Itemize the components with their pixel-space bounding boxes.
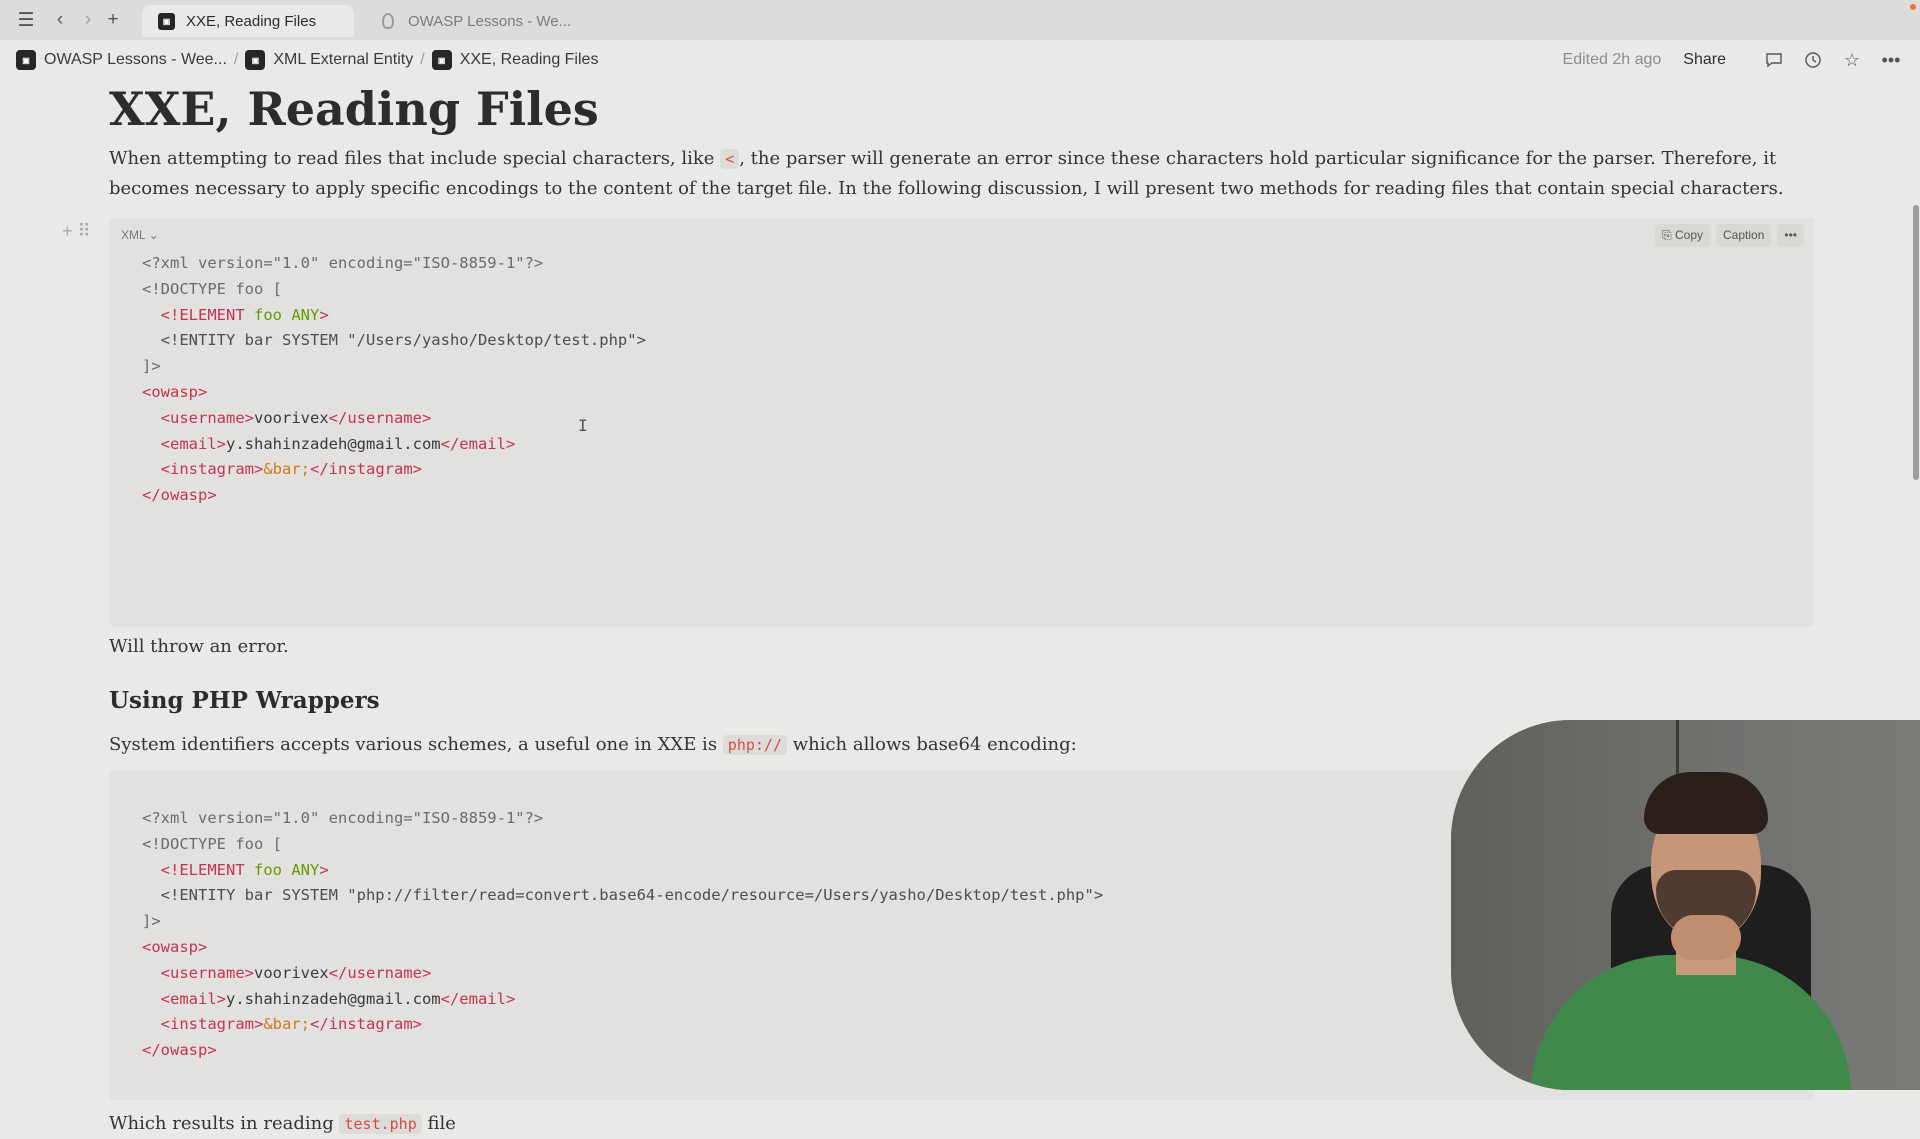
code-token: > [319,305,329,324]
code-line: <?xml version="1.0" encoding="ISO-8859-1… [142,809,544,827]
code-line: <?xml version="1.0" encoding="ISO-8859-1… [142,254,544,272]
code-line: <!ENTITY bar SYSTEM "php://filter/read=c… [160,886,1104,905]
code-token: <username> [160,963,254,982]
code-token: foo ANY [254,860,320,879]
code-token: foo ANY [254,305,320,324]
star-icon[interactable]: ☆ [1841,49,1863,71]
code-line: <owasp> [142,937,208,956]
edited-timestamp: Edited 2h ago [1562,51,1662,68]
code-content: <?xml version="1.0" encoding="ISO-8859-1… [142,251,646,509]
tab-label: XXE, Reading Files [186,12,317,30]
webcam-overlay [1451,720,1920,1090]
comment-icon[interactable] [1763,49,1785,71]
notion-page-icon: ▣ [16,50,36,70]
loading-icon [382,13,394,29]
notion-page-icon: ▣ [245,50,266,70]
code-token: voorivex [254,408,329,427]
more-icon[interactable]: ••• [1777,224,1804,247]
code-line: </owasp> [142,1041,217,1060]
tab-owasp-lessons[interactable]: OWASP Lessons - We... [364,5,584,37]
page-title: XXE, Reading Files [109,82,599,136]
code-line: <!DOCTYPE foo [ [142,834,282,853]
intro-text: When attempting to read files that inclu… [109,148,715,169]
paragraph-error: Will throw an error. [109,636,289,657]
notion-page-icon: ▣ [431,50,452,70]
code-token: &bar; [263,1015,310,1034]
notion-page-icon: ▣ [158,12,175,30]
result-paragraph: Which results in reading test.php file [109,1109,1809,1139]
code-line: <!DOCTYPE foo [ [142,279,282,298]
code-token: <!ELEMENT [160,860,245,879]
breadcrumb-label: OWASP Lessons - Wee... [44,51,227,68]
sidebar-toggle-icon[interactable]: ☰ [14,8,38,32]
text-cursor-icon: I [578,416,588,435]
copy-button[interactable]: ⎘ Copy [1655,224,1711,247]
code-line: ]> [142,357,161,376]
code-token: <username> [160,408,254,427]
code-token: <email> [160,989,226,1008]
code-content: <?xml version="1.0" encoding="ISO-8859-1… [142,806,1103,1064]
breadcrumb-item[interactable]: ▣ XML External Entity [245,50,413,70]
copy-label: Copy [1675,228,1704,242]
recording-indicator-icon [1910,4,1916,10]
code-token: y.shahinzadeh@gmail.com [226,434,441,453]
language-label: XML [121,228,146,242]
header-actions: Edited 2h ago Share ☆ ••• [1563,49,1902,71]
breadcrumb-separator: / [233,51,239,68]
breadcrumb-item[interactable]: ▣ XXE, Reading Files [431,50,599,70]
section-heading: Using PHP Wrappers [109,687,380,714]
tab-label: OWASP Lessons - We... [408,12,572,30]
code-token: </username> [328,963,432,982]
breadcrumb-label: XML External Entity [273,51,414,68]
tab-xxe-reading-files[interactable]: ▣ XXE, Reading Files [142,5,354,37]
new-tab-plus-icon[interactable]: + [101,8,125,32]
inline-code: test.php [339,1114,422,1134]
code-token: <email> [160,434,226,453]
drag-handle-icon[interactable]: ⠿ [78,221,91,241]
webcam-person-hair [1644,772,1768,834]
code-line: ]> [142,912,161,931]
add-block-plus-icon[interactable]: + [62,221,73,241]
code-block-toolbar: ⎘ Copy Caption ••• [1649,224,1804,247]
webcam-person-hand [1671,915,1741,960]
code-token: voorivex [254,963,329,982]
breadcrumb-separator: / [420,51,425,68]
code-token: </username> [328,408,432,427]
code-token: </instagram> [310,460,422,479]
code-line: <!ENTITY bar SYSTEM "/Users/yasho/Deskto… [160,331,646,350]
paragraph-text: System identifiers accepts various schem… [109,734,718,755]
code-token: &bar; [263,460,310,479]
back-arrow-icon[interactable]: ‹ [48,8,72,32]
code-token: </instagram> [310,1015,422,1034]
code-token: </email> [440,989,516,1008]
browser-tab-bar: ☰ ‹ › + ▣ XXE, Reading Files OWASP Lesso… [0,0,1920,40]
forward-arrow-icon[interactable]: › [76,8,100,32]
history-icon[interactable] [1802,49,1824,71]
code-line: </owasp> [142,486,217,505]
share-button[interactable]: Share [1683,51,1726,69]
block-handle[interactable]: + ⠿ [62,221,91,242]
code-token: y.shahinzadeh@gmail.com [226,989,441,1008]
code-token: </email> [440,434,516,453]
inline-code: php:// [722,735,787,755]
caption-button[interactable]: Caption [1716,224,1772,247]
page-header: ▣ OWASP Lessons - Wee... / ▣ XML Externa… [0,40,1920,80]
code-token: <!ELEMENT [160,305,245,324]
paragraph-text: which allows base64 encoding: [792,734,1077,755]
paragraph-text: file [427,1113,456,1134]
breadcrumb-label: XXE, Reading Files [459,51,599,68]
breadcrumb: ▣ OWASP Lessons - Wee... / ▣ XML Externa… [16,50,598,70]
intro-paragraph: When attempting to read files that inclu… [109,144,1809,203]
paragraph-text: Which results in reading [109,1113,334,1134]
language-selector[interactable]: XML ⌄ [121,228,159,242]
code-token: <instagram> [160,1015,264,1034]
code-token: > [319,860,329,879]
code-token: <instagram> [160,460,264,479]
vertical-scrollbar[interactable] [1913,205,1919,480]
breadcrumb-item[interactable]: ▣ OWASP Lessons - Wee... [16,50,227,70]
code-block-1[interactable]: XML ⌄ ⎘ Copy Caption ••• <?xml version="… [109,218,1814,626]
inline-code: < [720,149,740,169]
code-line: <owasp> [142,382,208,401]
more-icon[interactable]: ••• [1880,49,1902,71]
